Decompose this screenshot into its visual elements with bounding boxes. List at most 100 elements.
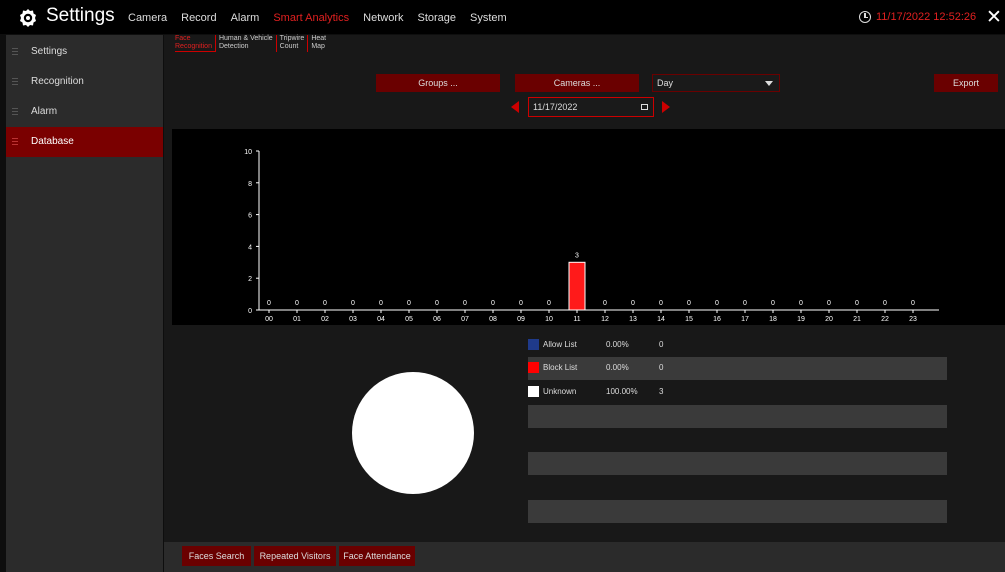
x-tick-label: 13 — [629, 316, 637, 323]
legend-row-unknown: Unknown 100.00% 3 — [528, 381, 947, 404]
x-tick-label: 17 — [741, 316, 749, 323]
analytics-subtabs: Face Recognition Human & Vehicle Detecti… — [175, 35, 329, 52]
tab-label: Face — [175, 35, 191, 42]
legend-count: 3 — [659, 387, 664, 396]
x-tick-label: 20 — [825, 316, 833, 323]
legend-row-block-list: Block List 0.00% 0 — [528, 357, 947, 380]
x-tick-label: 22 — [881, 316, 889, 323]
y-tick-label: 6 — [248, 213, 252, 220]
sidebar-item-settings[interactable]: Settings — [6, 37, 163, 67]
legend-row-allow-list: Allow List 0.00% 0 — [528, 334, 947, 357]
x-tick-label: 21 — [853, 316, 861, 323]
data-label: 0 — [351, 300, 355, 307]
sidebar: Settings Recognition Alarm Database — [6, 35, 163, 572]
legend-percent: 0.00% — [606, 363, 629, 372]
y-tick-label: 10 — [244, 149, 252, 156]
x-tick-label: 23 — [909, 316, 917, 323]
app-title: Settings — [46, 5, 115, 26]
legend-count: 0 — [659, 363, 664, 372]
empty-row — [528, 500, 947, 523]
x-tick-label: 03 — [349, 316, 357, 323]
legend-name: Allow List — [543, 340, 577, 349]
menu-icon — [12, 48, 18, 55]
calendar-icon[interactable] — [641, 104, 648, 110]
empty-row — [528, 405, 947, 428]
tab-human-vehicle-detection[interactable]: Human & Vehicle Detection — [214, 35, 276, 52]
top-navigation: Camera Record Alarm Smart Analytics Netw… — [128, 12, 521, 24]
y-tick-label: 4 — [248, 244, 252, 251]
close-icon[interactable]: ✕ — [986, 6, 1002, 29]
chevron-down-icon — [765, 81, 773, 86]
tab-tripwire-count[interactable]: Tripwire Count — [275, 35, 308, 52]
bar — [568, 261, 586, 311]
nav-system[interactable]: System — [470, 12, 507, 24]
x-tick-label: 16 — [713, 316, 721, 323]
repeated-visitors-button[interactable]: Repeated Visitors — [254, 546, 336, 566]
x-tick-label: 00 — [265, 316, 273, 323]
next-date-arrow-icon[interactable] — [662, 101, 670, 113]
cameras-button[interactable]: Cameras ... — [515, 74, 639, 92]
faces-search-button[interactable]: Faces Search — [182, 546, 251, 566]
y-tick-label: 0 — [248, 308, 252, 315]
pie-chart — [352, 372, 474, 494]
data-label: 0 — [911, 300, 915, 307]
legend-swatch — [528, 386, 539, 397]
legend-name: Block List — [543, 363, 578, 372]
data-label: 0 — [519, 300, 523, 307]
tab-label: Map — [311, 43, 325, 50]
tab-label: Detection — [218, 43, 249, 50]
data-label: 0 — [295, 300, 299, 307]
nav-network[interactable]: Network — [363, 12, 403, 24]
data-label: 3 — [575, 252, 579, 259]
data-label: 0 — [323, 300, 327, 307]
menu-icon — [12, 138, 18, 145]
nav-camera[interactable]: Camera — [128, 12, 167, 24]
data-label: 0 — [855, 300, 859, 307]
x-tick-label: 19 — [797, 316, 805, 323]
sidebar-item-alarm[interactable]: Alarm — [6, 97, 163, 127]
nav-record[interactable]: Record — [181, 12, 216, 24]
data-label: 0 — [603, 300, 607, 307]
x-tick-label: 10 — [545, 316, 553, 323]
x-tick-label: 05 — [405, 316, 413, 323]
nav-alarm[interactable]: Alarm — [231, 12, 260, 24]
data-label: 0 — [659, 300, 663, 307]
tab-label: Heat — [311, 35, 327, 42]
x-tick-label: 14 — [657, 316, 665, 323]
y-tick-label: 8 — [248, 181, 252, 188]
nav-smart-analytics[interactable]: Smart Analytics — [273, 12, 349, 24]
x-tick-label: 02 — [321, 316, 329, 323]
sidebar-item-database[interactable]: Database — [6, 127, 163, 157]
x-tick-label: 18 — [769, 316, 777, 323]
sidebar-item-label: Alarm — [31, 106, 58, 117]
period-select[interactable]: Day — [652, 74, 780, 92]
menu-icon — [12, 108, 18, 115]
date-field[interactable]: 11/17/2022 — [528, 97, 654, 117]
data-label: 0 — [463, 300, 467, 307]
sidebar-item-recognition[interactable]: Recognition — [6, 67, 163, 97]
groups-button[interactable]: Groups ... — [376, 74, 500, 92]
data-label: 0 — [687, 300, 691, 307]
data-label: 0 — [715, 300, 719, 307]
data-label: 0 — [407, 300, 411, 307]
data-label: 0 — [771, 300, 775, 307]
data-label: 0 — [547, 300, 551, 307]
legend-name: Unknown — [543, 387, 577, 396]
x-tick-label: 11 — [573, 316, 580, 323]
legend-swatch — [528, 362, 539, 373]
face-attendance-button[interactable]: Face Attendance — [339, 546, 415, 566]
tab-label: Count — [279, 43, 299, 50]
data-label: 0 — [267, 300, 271, 307]
nav-storage[interactable]: Storage — [417, 12, 456, 24]
legend-swatch — [528, 339, 539, 350]
x-tick-label: 08 — [489, 316, 497, 323]
export-button[interactable]: Export — [934, 74, 998, 92]
tab-label: Tripwire — [279, 35, 305, 42]
legend-percent: 100.00% — [606, 387, 638, 396]
tab-heat-map[interactable]: Heat Map — [307, 35, 329, 52]
data-label: 0 — [631, 300, 635, 307]
previous-date-arrow-icon[interactable] — [511, 101, 519, 113]
x-tick-label: 06 — [433, 316, 441, 323]
pie-slice — [352, 372, 474, 494]
tab-face-recognition[interactable]: Face Recognition — [175, 35, 215, 52]
